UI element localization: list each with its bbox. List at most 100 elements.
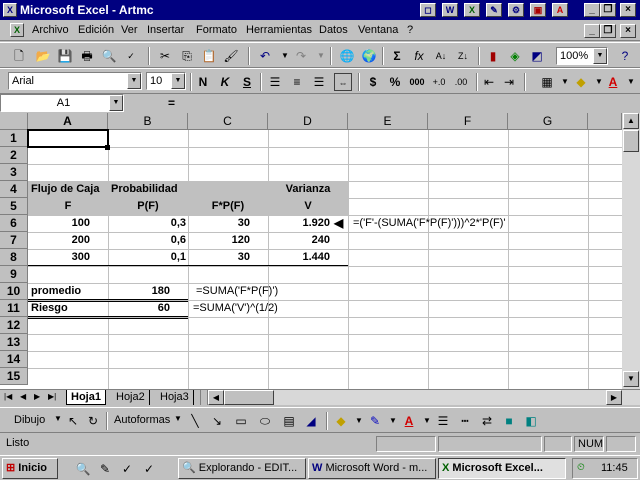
row-header-1[interactable]: 1 [0, 130, 28, 147]
access-shortcut-icon[interactable]: ▣ [530, 3, 546, 17]
tab-split-handle[interactable] [200, 390, 208, 405]
draw-font-color-icon[interactable]: A [400, 412, 418, 430]
col-header-g[interactable]: G [508, 113, 588, 130]
font-color-icon[interactable]: A [604, 73, 622, 91]
shadow-icon[interactable]: ■ [500, 412, 518, 430]
cell-b10[interactable]: 180 [108, 283, 170, 299]
row-header-15[interactable]: 15 [0, 368, 28, 385]
row-header-4[interactable]: 4 [0, 181, 28, 198]
vertical-scrollbar[interactable]: ▲ ▼ [622, 113, 640, 389]
name-box-dropdown-icon[interactable]: ▼ [109, 95, 123, 111]
start-button[interactable]: ⊞ Inicio [2, 458, 58, 479]
scroll-down-icon[interactable]: ▼ [623, 371, 639, 387]
menu-herramientas[interactable]: Herramientas [246, 24, 312, 36]
sort-ascending-icon[interactable]: A↓ [432, 47, 450, 65]
sort-descending-icon[interactable]: Z↓ [454, 47, 472, 65]
autoshapes-button[interactable]: Autoformas [114, 414, 170, 426]
tab-hoja3[interactable]: Hoja3 [156, 390, 194, 405]
bold-button[interactable]: N [194, 73, 212, 91]
office-assistant-icon[interactable]: ? [616, 47, 634, 65]
minimize-button[interactable]: _ [584, 3, 600, 17]
task-excel[interactable]: X Microsoft Excel... [438, 458, 566, 479]
selected-cell-a1[interactable] [27, 129, 109, 148]
col-header-e[interactable]: E [348, 113, 428, 130]
cell-c7[interactable]: 120 [188, 232, 250, 248]
web-toolbar-icon[interactable]: 🌍 [360, 47, 378, 65]
clock[interactable]: 11:45 [601, 462, 628, 474]
cell-d8[interactable]: 1.440 [268, 249, 330, 265]
row-header-2[interactable]: 2 [0, 147, 28, 164]
menu-formato[interactable]: Formato [196, 24, 237, 36]
italic-button[interactable]: K [216, 73, 234, 91]
zoom-dropdown-icon[interactable]: ▼ [593, 48, 607, 64]
prev-sheet-icon[interactable]: ◀ [20, 391, 26, 403]
fill-handle[interactable] [105, 145, 110, 150]
hyperlink-icon[interactable]: 🌐 [338, 47, 356, 65]
binder-shortcut-icon[interactable]: ⚙ [508, 3, 524, 17]
menu-datos[interactable]: Datos [319, 24, 348, 36]
cell-c5[interactable]: F*P(F) [188, 198, 268, 214]
chart-wizard-icon[interactable]: ▮ [484, 47, 502, 65]
row-header-6[interactable]: 6 [0, 215, 28, 232]
restore-button[interactable]: ❐ [600, 3, 616, 17]
cell-d5[interactable]: V [268, 198, 348, 214]
cell-b5[interactable]: P(F) [108, 198, 188, 214]
increase-decimal-icon[interactable]: +.0 [430, 73, 448, 91]
cell-a11[interactable]: Riesgo [31, 300, 68, 316]
autoshapes-dropdown-icon[interactable]: ▼ [174, 414, 182, 423]
row-header-9[interactable]: 9 [0, 266, 28, 283]
menu-insertar[interactable]: Insertar [147, 24, 184, 36]
name-box[interactable]: A1 ▼ [0, 94, 124, 112]
font-color-dropdown-icon[interactable]: ▼ [622, 73, 640, 91]
redo-icon[interactable]: ↷ [292, 47, 310, 65]
undo-icon[interactable]: ↶ [256, 47, 274, 65]
task-word[interactable]: W Microsoft Word - m... [308, 458, 436, 479]
arrow-style-icon[interactable]: ⇄ [478, 412, 496, 430]
align-right-icon[interactable]: ☰ [310, 73, 328, 91]
menu-help[interactable]: ? [407, 24, 413, 36]
doc-restore-button[interactable]: ❐ [600, 24, 616, 38]
col-header-h[interactable] [588, 113, 622, 130]
next-sheet-icon[interactable]: ▶ [34, 391, 40, 403]
excel-app-icon[interactable]: X [3, 3, 17, 17]
font-size-select[interactable]: 10 ▼ [146, 72, 186, 90]
underline-button[interactable]: S [238, 73, 256, 91]
quicklaunch-explorer-icon[interactable]: 🔍 [74, 460, 92, 478]
spelling-icon[interactable]: ✓ [122, 47, 140, 65]
cell-b7[interactable]: 0,6 [108, 232, 186, 248]
scroll-left-icon[interactable]: ◀ [208, 390, 224, 405]
scroll-right-icon[interactable]: ▶ [606, 390, 622, 405]
scroll-thumb[interactable] [623, 130, 639, 152]
open-icon[interactable]: 📂 [34, 47, 52, 65]
row-header-8[interactable]: 8 [0, 249, 28, 266]
thousands-button[interactable]: 000 [408, 73, 426, 91]
cell-a10[interactable]: promedio [31, 283, 81, 299]
3d-icon[interactable]: ◧ [522, 412, 540, 430]
decrease-decimal-icon[interactable]: .00 [452, 73, 470, 91]
row-header-3[interactable]: 3 [0, 164, 28, 181]
format-painter-icon[interactable]: 🖌 [222, 47, 240, 65]
row-header-10[interactable]: 10 [0, 283, 28, 300]
quicklaunch-check-icon[interactable]: ✓ [140, 460, 158, 478]
merge-center-icon[interactable]: ⇔ [334, 73, 352, 91]
col-header-c[interactable]: C [188, 113, 268, 130]
quicklaunch-tools-icon[interactable]: ✓ [118, 460, 136, 478]
tray-icon[interactable]: ⏲ [577, 462, 585, 473]
menu-archivo[interactable]: Archivo [32, 24, 69, 36]
select-objects-icon[interactable]: ↖ [64, 412, 82, 430]
cell-d7[interactable]: 240 [268, 232, 330, 248]
col-header-d[interactable]: D [268, 113, 348, 130]
doc-minimize-button[interactable]: _ [584, 24, 600, 38]
cell-c8[interactable]: 30 [188, 249, 250, 265]
draw-menu-dropdown-icon[interactable]: ▼ [54, 414, 62, 423]
fill-color-icon[interactable]: ◆ [572, 73, 590, 91]
tab-hoja2[interactable]: Hoja2 [112, 390, 150, 405]
cut-icon[interactable]: ✂ [156, 47, 174, 65]
cell-b4[interactable]: Probabilidad [111, 181, 178, 197]
scroll-up-icon[interactable]: ▲ [623, 113, 639, 129]
office-shortcut-icon[interactable]: ◻ [420, 3, 436, 17]
save-icon[interactable]: 💾 [56, 47, 74, 65]
cell-b11[interactable]: 60 [108, 300, 170, 316]
wordart-icon[interactable]: ◢ [302, 412, 320, 430]
cell-d4[interactable]: Varianza [268, 181, 348, 197]
